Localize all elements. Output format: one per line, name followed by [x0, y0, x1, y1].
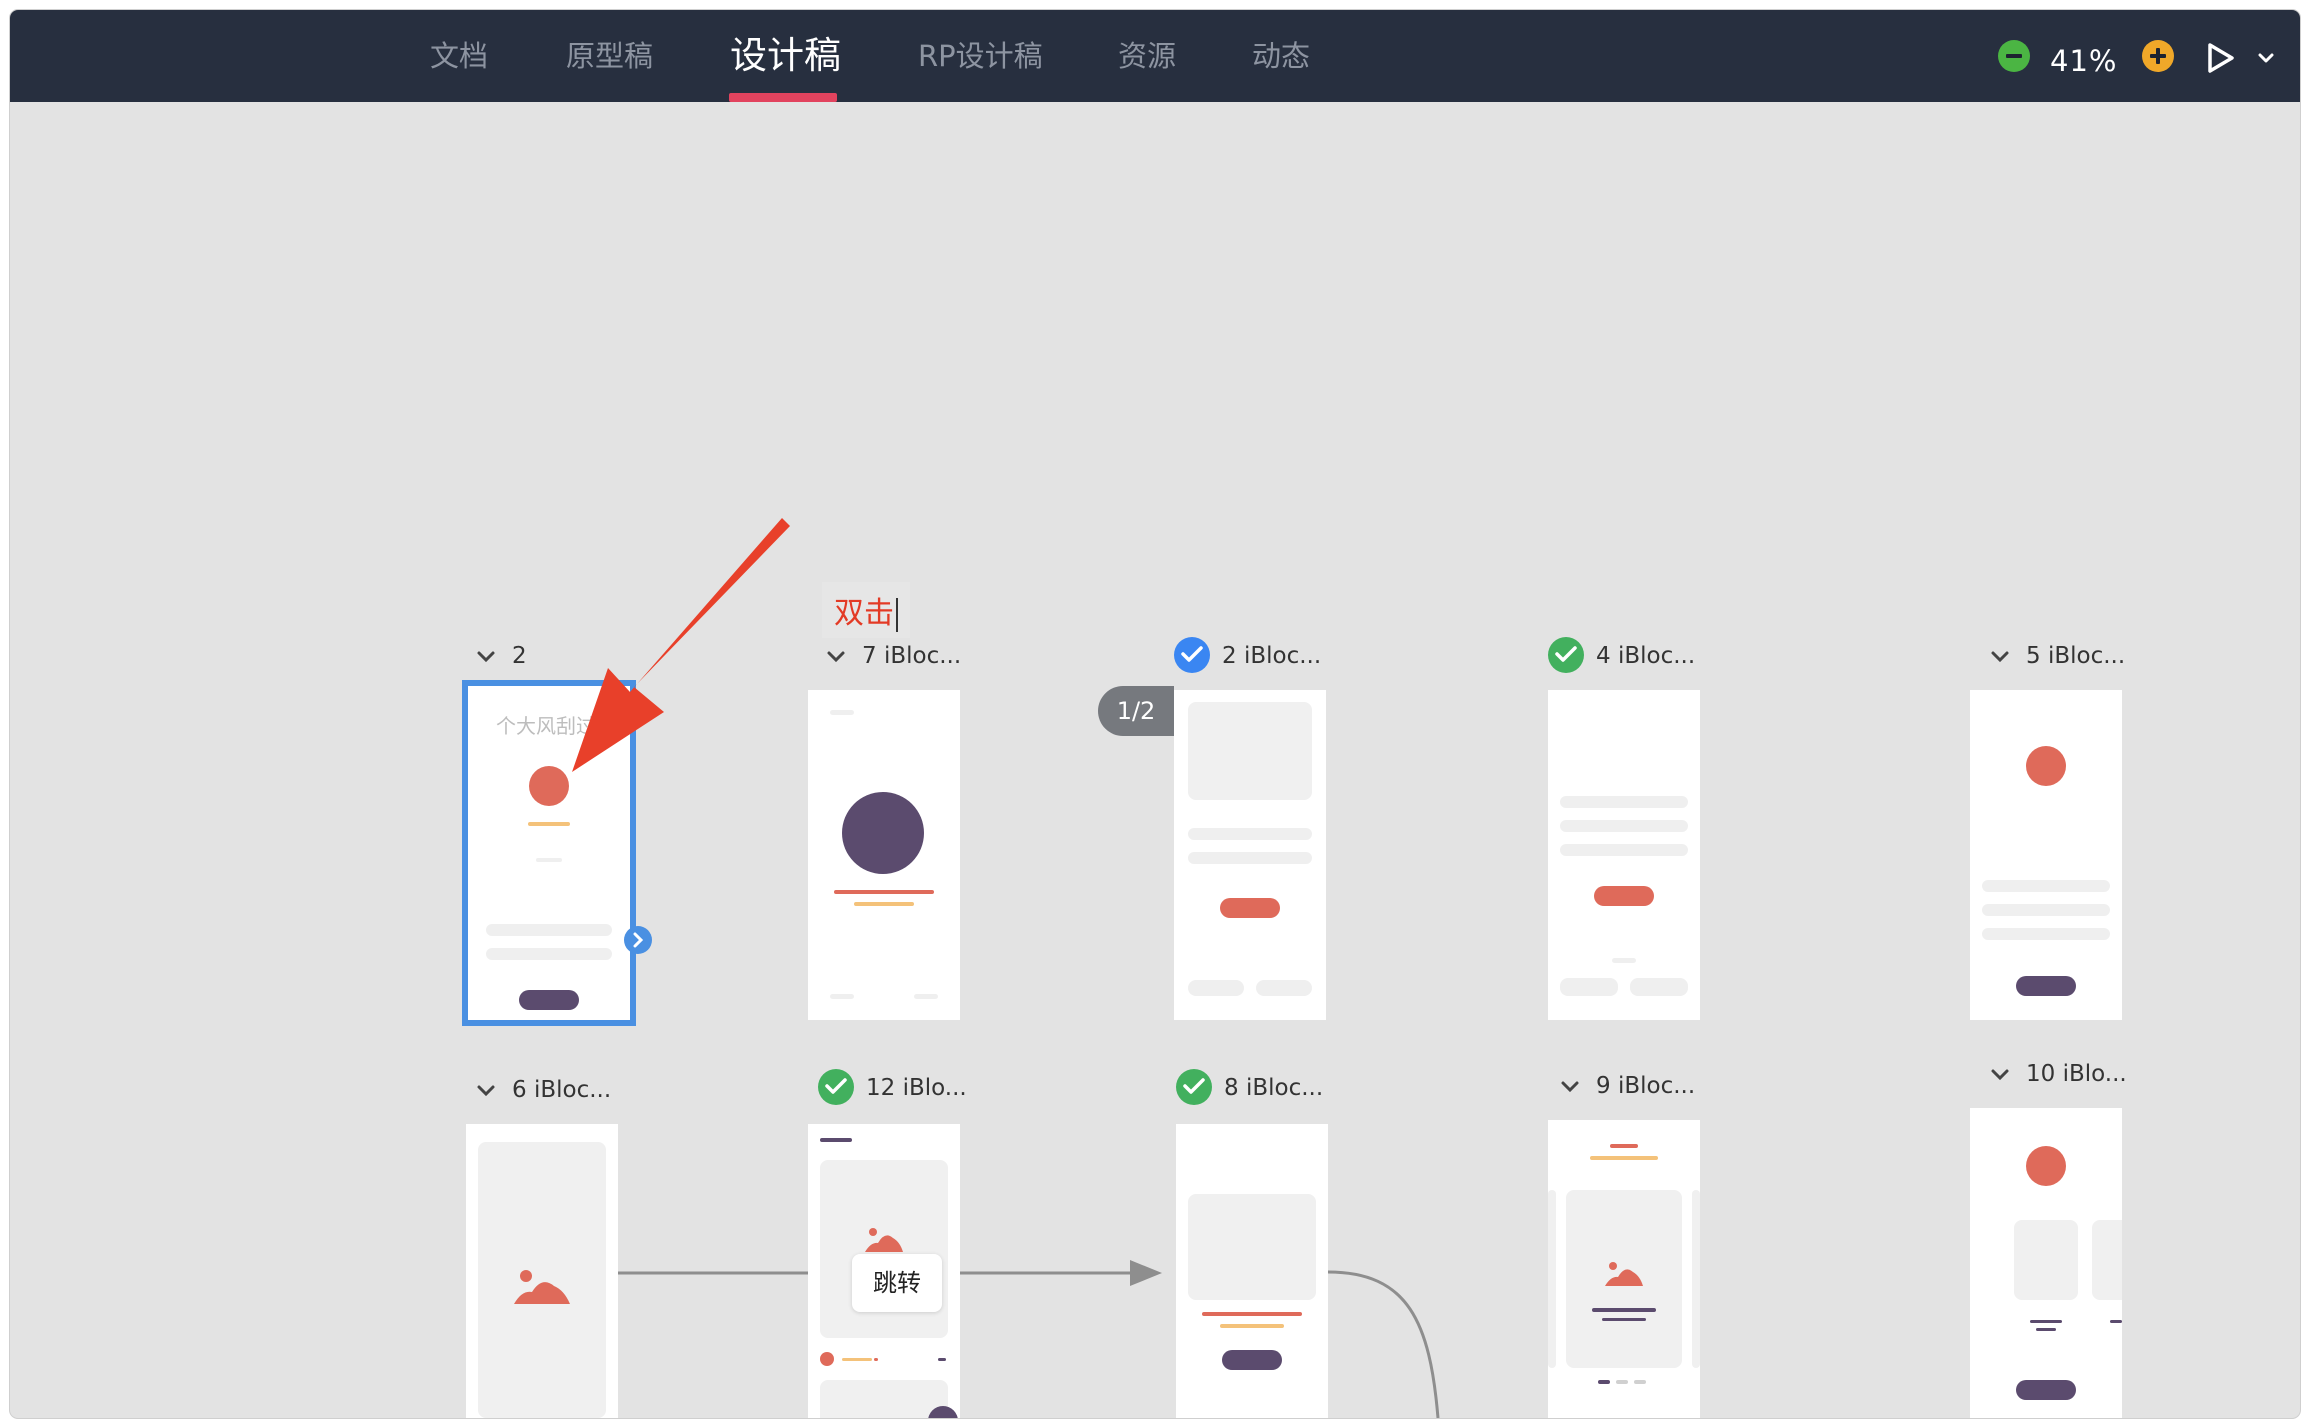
zoom-out-icon[interactable]	[1998, 40, 2030, 72]
tab-docs[interactable]: 文档	[430, 10, 488, 102]
tab-resources[interactable]: 资源	[1118, 10, 1176, 102]
zoom-level: 41%	[2050, 44, 2118, 78]
tab-prototypes[interactable]: 原型稿	[566, 10, 653, 102]
tab-activity[interactable]: 动态	[1252, 10, 1310, 102]
chevron-down-icon[interactable]	[2258, 52, 2274, 64]
annotation-arrow	[572, 518, 790, 772]
tab-rp-design[interactable]: RP设计稿	[918, 10, 1043, 102]
zoom-in-icon[interactable]	[2142, 40, 2174, 72]
tab-design[interactable]: 设计稿	[730, 10, 841, 102]
top-nav-bar: 文档 原型稿 设计稿 RP设计稿 资源 动态 41%	[10, 10, 2300, 102]
design-canvas[interactable]: 双击 2 个大风刮过 7 iBloc... 2 iBloc... 1/2 4 i…	[10, 102, 2300, 1418]
active-tab-indicator	[729, 93, 837, 102]
play-icon[interactable]	[2206, 42, 2236, 74]
app-window: 文档 原型稿 设计稿 RP设计稿 资源 动态 41% 双击 2 个大风刮过 7 …	[10, 10, 2300, 1418]
